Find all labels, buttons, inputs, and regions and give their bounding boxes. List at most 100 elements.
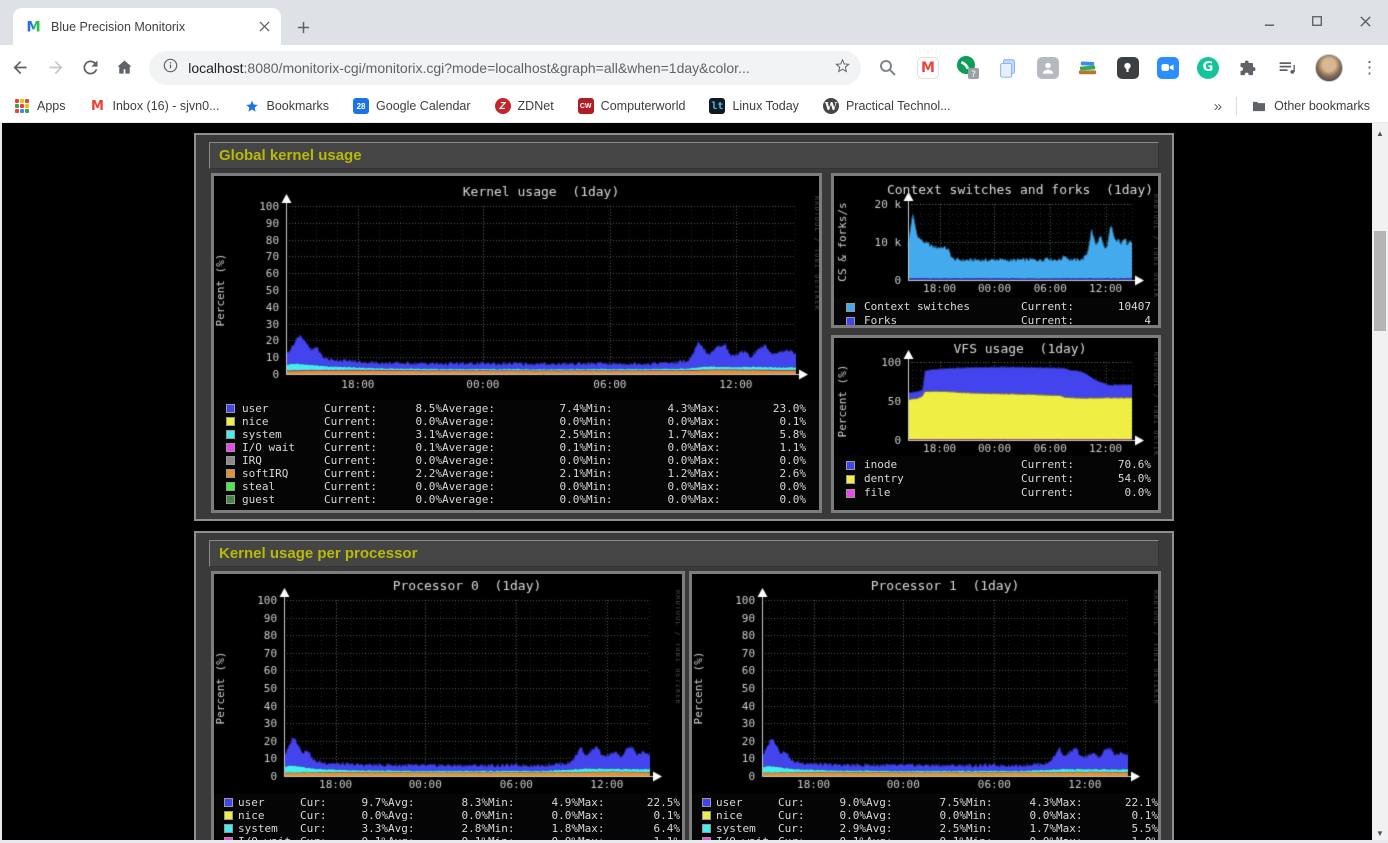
legend-series-name: system bbox=[716, 822, 778, 835]
legend-stat-value: 0.0% bbox=[346, 809, 388, 822]
books-stack-extension-icon[interactable] bbox=[1075, 55, 1101, 81]
legend-stat-label: Min: bbox=[586, 493, 652, 506]
legend-swatch bbox=[846, 303, 855, 312]
bookmark-bookmarks[interactable]: Bookmarks bbox=[244, 98, 330, 114]
legend-stat-label: Current: bbox=[1021, 472, 1101, 486]
url-text[interactable]: localhost:8080/monitorix-cgi/monitorix.c… bbox=[188, 60, 834, 76]
url-path: :8080/monitorix-cgi/monitorix.cgi?mode=l… bbox=[244, 60, 750, 76]
scrollbar[interactable]: ▲ ▼ bbox=[1372, 123, 1388, 843]
legend-stat-value: 0.0% bbox=[1016, 809, 1056, 822]
bookmark-google-calendar[interactable]: 28 Google Calendar bbox=[353, 98, 471, 114]
zoom-extension-icon[interactable] bbox=[1155, 55, 1181, 81]
bookmark-apps[interactable]: Apps bbox=[14, 98, 66, 114]
grammarly-extension-icon[interactable]: G bbox=[1195, 55, 1221, 81]
bookmark-practical-tech[interactable]: W Practical Technol... bbox=[823, 98, 951, 114]
legend-stat-value: 0.0% bbox=[538, 454, 586, 467]
legend-swatch bbox=[226, 495, 235, 504]
scrollbar-down-icon[interactable]: ▼ bbox=[1372, 825, 1388, 841]
legend-stat-value: 0.0% bbox=[652, 415, 694, 428]
close-icon[interactable] bbox=[1354, 10, 1376, 32]
section-kernel-usage-per-processor: Kernel usage per processor userCur:9.7%A… bbox=[194, 531, 1174, 843]
browser-tab[interactable]: M Blue Precision Monitorix bbox=[13, 8, 281, 45]
legend-series-name: steal bbox=[242, 480, 324, 493]
bookmarks-separator bbox=[1236, 97, 1237, 115]
kernel-usage-graph[interactable] bbox=[214, 176, 819, 400]
legend-stat-label: Min: bbox=[586, 402, 652, 415]
legend-stat-value: 0.0% bbox=[652, 480, 694, 493]
legend-stat-label: Min: bbox=[586, 415, 652, 428]
legend-swatch bbox=[226, 443, 235, 452]
extensions-puzzle-icon[interactable] bbox=[1235, 55, 1261, 81]
legend-stat-value: 0.1% bbox=[394, 441, 442, 454]
legend-stat-label: Avg: bbox=[866, 822, 924, 835]
browser-menu-icon[interactable]: ⋮ bbox=[1361, 58, 1378, 78]
forward-icon[interactable] bbox=[41, 53, 70, 83]
legend-series-name: dentry bbox=[864, 472, 1021, 486]
scrollbar-thumb[interactable] bbox=[1374, 231, 1386, 331]
legend-series-name: nice bbox=[242, 415, 324, 428]
legend-swatch bbox=[226, 456, 235, 465]
back-icon[interactable] bbox=[6, 53, 35, 83]
bookmarks-bar: Apps M Inbox (16) - sjvn0... Bookmarks 2… bbox=[0, 90, 1388, 123]
legend-stat-label: Current: bbox=[324, 480, 394, 493]
address-bar[interactable]: localhost:8080/monitorix-cgi/monitorix.c… bbox=[149, 51, 861, 85]
legend-swatch bbox=[846, 461, 855, 470]
bookmark-star-icon[interactable] bbox=[834, 57, 851, 79]
playlist-extension-icon[interactable] bbox=[1275, 55, 1301, 81]
other-bookmarks-button[interactable]: Other bookmarks bbox=[1251, 98, 1370, 114]
processor1-graph[interactable] bbox=[692, 574, 1158, 794]
reload-icon[interactable] bbox=[76, 53, 105, 83]
legend-stat-value: 0.0% bbox=[446, 809, 488, 822]
tab-close-icon[interactable] bbox=[256, 18, 273, 35]
page-info-icon[interactable] bbox=[163, 58, 178, 78]
legend-stat-label: Current: bbox=[324, 493, 394, 506]
legend-row: ForksCurrent:4 bbox=[846, 314, 1158, 328]
legend-stat-label: Current: bbox=[324, 441, 394, 454]
bookmarks-overflow-chevron[interactable]: » bbox=[1214, 98, 1222, 115]
gmail-extension-icon[interactable]: M bbox=[915, 55, 941, 81]
star-icon bbox=[244, 98, 260, 114]
legend-stat-value: 4.3% bbox=[652, 402, 694, 415]
legend-row: IRQCurrent:0.0%Average:0.0%Min:0.0%Max:0… bbox=[226, 454, 819, 467]
search-extension-icon[interactable] bbox=[875, 55, 901, 81]
home-icon[interactable] bbox=[110, 53, 139, 83]
legend-stat-label: Min: bbox=[586, 428, 652, 441]
copy-pages-extension-icon[interactable] bbox=[995, 55, 1021, 81]
legend-row: systemCur:3.3%Avg:2.8%Min:1.8%Max:6.4% bbox=[224, 822, 682, 835]
person-box-extension-icon[interactable] bbox=[1035, 55, 1061, 81]
scrollbar-up-icon[interactable]: ▲ bbox=[1372, 125, 1388, 141]
legend-stat-label: Avg: bbox=[388, 822, 446, 835]
maximize-icon[interactable] bbox=[1306, 10, 1328, 32]
profile-avatar[interactable] bbox=[1315, 54, 1343, 82]
legend-stat-label: Average: bbox=[442, 480, 538, 493]
legend-stat-label: Average: bbox=[442, 454, 538, 467]
legend-stat-value: 2.8% bbox=[446, 822, 488, 835]
legend-stat-value: 2.5% bbox=[538, 428, 586, 441]
legend-swatch bbox=[846, 317, 855, 326]
legend-swatch bbox=[224, 798, 233, 807]
context-switches-graph[interactable] bbox=[834, 176, 1158, 298]
google-voice-extension-icon[interactable]: ? bbox=[955, 55, 981, 81]
bookmark-zdnet[interactable]: Z ZDNet bbox=[495, 98, 554, 114]
bookmark-computerworld[interactable]: CW Computerworld bbox=[578, 98, 686, 114]
bookmark-linux-today[interactable]: lt Linux Today bbox=[709, 98, 799, 114]
kernel-usage-legend: userCurrent:8.5%Average:7.4%Min:4.3%Max:… bbox=[226, 402, 819, 506]
legend-stat-label: Min: bbox=[586, 480, 652, 493]
legend-stat-label: Cur: bbox=[300, 822, 346, 835]
linuxtoday-icon: lt bbox=[709, 98, 725, 114]
legend-stat-value: 1.2% bbox=[652, 467, 694, 480]
processor0-graph[interactable] bbox=[214, 574, 680, 794]
keeper-extension-icon[interactable] bbox=[1115, 55, 1141, 81]
new-tab-button[interactable] bbox=[289, 13, 317, 41]
legend-stat-value: 2.9% bbox=[824, 822, 866, 835]
legend-stat-value: 8.3% bbox=[446, 796, 488, 809]
vfs-usage-graph[interactable] bbox=[834, 338, 1158, 456]
legend-series-name: IRQ bbox=[242, 454, 324, 467]
minimize-icon[interactable] bbox=[1258, 10, 1280, 32]
context-switches-legend: Context switchesCurrent:10407ForksCurren… bbox=[846, 300, 1158, 328]
legend-stat-label: Avg: bbox=[388, 796, 446, 809]
legend-swatch bbox=[846, 475, 855, 484]
bookmark-inbox[interactable]: M Inbox (16) - sjvn0... bbox=[90, 98, 220, 114]
legend-stat-label: Current: bbox=[1021, 486, 1101, 500]
legend-stat-value: 7.5% bbox=[924, 796, 966, 809]
